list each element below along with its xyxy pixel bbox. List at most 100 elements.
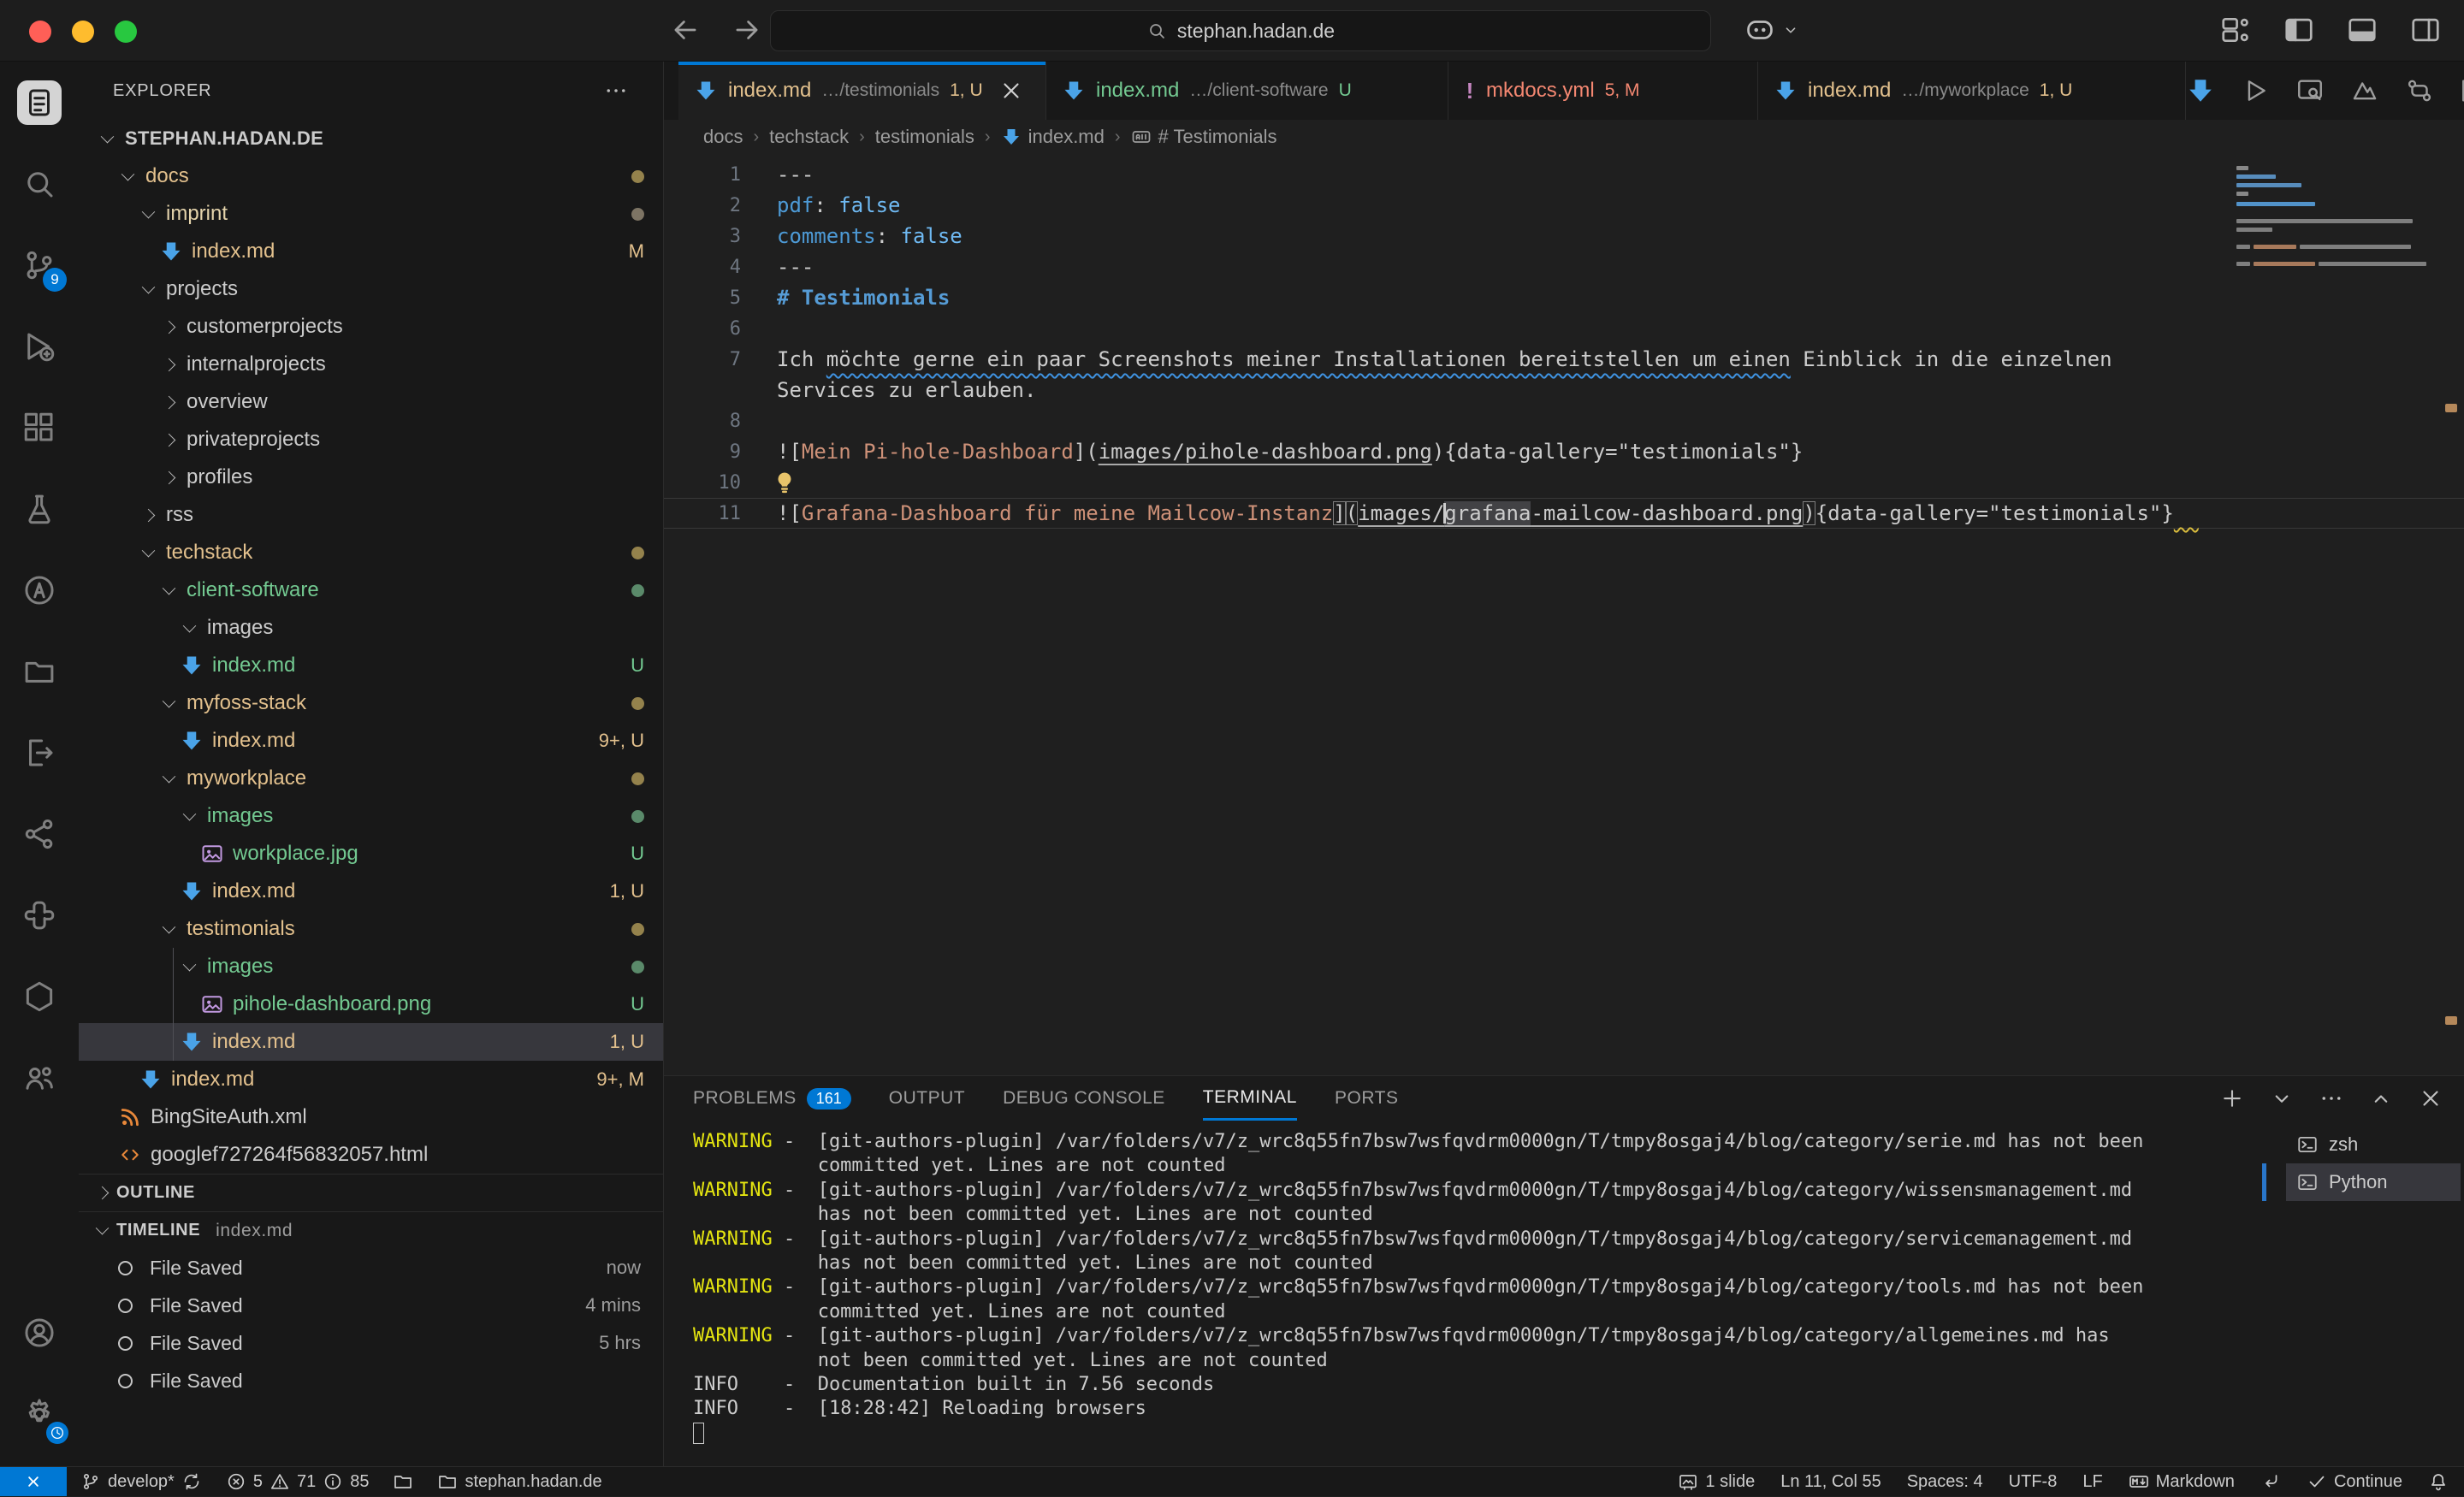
tree-item-index.md[interactable]: index.md9+, M	[79, 1061, 663, 1098]
folder-status[interactable]	[393, 1471, 413, 1492]
continue-status[interactable]: Continue	[2307, 1471, 2402, 1492]
split-editor-icon[interactable]	[2460, 76, 2464, 105]
code-line-8[interactable]: 8	[664, 405, 2464, 436]
breadcrumb-item[interactable]: # Testimonials	[1131, 126, 1277, 148]
code-line-9[interactable]: 9![Mein Pi-hole-Dashboard](images/pihole…	[664, 436, 2464, 467]
tree-item-index.md[interactable]: index.md1, U	[79, 1023, 663, 1061]
activityb​ar-explorer[interactable]	[0, 62, 79, 143]
tree-item-rss[interactable]: rss	[79, 496, 663, 534]
encoding[interactable]: UTF-8	[2009, 1472, 2058, 1492]
tree-item-customerprojects[interactable]: customerprojects	[79, 308, 663, 346]
remote-indicator[interactable]	[0, 1467, 67, 1496]
zoom-button[interactable]	[115, 21, 137, 43]
tree-item-testimonials[interactable]: testimonials	[79, 910, 663, 948]
tree-item-stephan.hadan.de[interactable]: STEPHAN.HADAN.DE	[79, 120, 663, 157]
panel-tab-output[interactable]: OUTPUT	[889, 1076, 965, 1121]
tree-item-techstack[interactable]: techstack	[79, 534, 663, 571]
tree-item-overview[interactable]: overview	[79, 383, 663, 421]
activityb​ar-accounts[interactable]	[0, 1292, 79, 1373]
outline-section[interactable]: OUTLINE	[79, 1174, 663, 1211]
tab-index.md-testimonials[interactable]: index.md…/testimonials1, U	[678, 62, 1046, 120]
code-line-wrap[interactable]: Services zu erlauben.	[664, 375, 2464, 405]
tree-item-privateprojects[interactable]: privateprojects	[79, 421, 663, 459]
new-terminal-icon[interactable]	[2219, 1086, 2245, 1111]
terminal-profile-icon[interactable]	[2269, 1086, 2295, 1111]
activityb​ar-search[interactable]	[0, 143, 79, 224]
tree-item-docs[interactable]: docs	[79, 157, 663, 195]
copilot-icon[interactable]	[1744, 14, 1776, 46]
timeline-item[interactable]: File Saved5 hrs	[79, 1324, 663, 1362]
breadcrumb-item[interactable]: testimonials	[875, 126, 974, 148]
activityb​ar-python[interactable]	[0, 874, 79, 956]
timeline-item[interactable]: File Saved4 mins	[79, 1287, 663, 1324]
copilot-menu[interactable]	[1744, 14, 1800, 46]
tree-item-pihole-dashboard.png[interactable]: pihole-dashboard.pngU	[79, 985, 663, 1023]
markdown-download-icon[interactable]	[2186, 76, 2215, 105]
code-line-7[interactable]: 7Ich möchte gerne ein paar Screenshots m…	[664, 344, 2464, 375]
tree-item-workplace.jpg[interactable]: workplace.jpgU	[79, 835, 663, 873]
breadcrumb-item[interactable]: index.md	[1001, 126, 1105, 148]
timeline-item[interactable]: File Savednow	[79, 1249, 663, 1287]
code-line-10[interactable]: 10	[664, 467, 2464, 498]
code-line-3[interactable]: 3comments: false	[664, 221, 2464, 251]
toggle-panel-icon[interactable]	[2346, 14, 2378, 46]
activityb​ar-folder-library[interactable]	[0, 630, 79, 712]
tree-item-myworkplace[interactable]: myworkplace	[79, 760, 663, 797]
panel-tab-problems[interactable]: PROBLEMS161	[693, 1076, 851, 1121]
tree-item-index.md[interactable]: index.md1, U	[79, 873, 663, 910]
activityb​ar-share[interactable]	[0, 793, 79, 874]
back-button-icon[interactable]	[669, 14, 702, 46]
terminal-output[interactable]: WARNING - [git-authors-plugin] /var/fold…	[693, 1131, 2259, 1447]
minimap[interactable]	[2236, 161, 2435, 332]
toggle-sidebar-icon[interactable]	[2283, 14, 2315, 46]
workspace-status[interactable]: stephan.hadan.de	[437, 1471, 601, 1492]
timeline-item[interactable]: File Saved	[79, 1362, 663, 1399]
tree-item-index.md[interactable]: index.md9+, U	[79, 722, 663, 760]
indentation[interactable]: Spaces: 4	[1907, 1472, 1983, 1492]
explorer-more-actions-icon[interactable]	[603, 78, 629, 104]
traffic-lights[interactable]	[29, 21, 137, 43]
forward-button-icon[interactable]	[731, 14, 763, 46]
tree-item-images[interactable]: images	[79, 797, 663, 835]
code-line-11[interactable]: 11![Grafana-Dashboard für meine Mailcow-…	[664, 498, 2464, 529]
code-line-4[interactable]: 4---	[664, 251, 2464, 282]
tree-item-myfoss-stack[interactable]: myfoss-stack	[79, 684, 663, 722]
panel-tab-terminal[interactable]: TERMINAL	[1203, 1076, 1297, 1121]
feedback[interactable]	[2260, 1471, 2281, 1492]
close-icon[interactable]	[998, 78, 1024, 104]
activityb​ar-organization[interactable]	[0, 1037, 79, 1118]
activityb​ar-testing[interactable]	[0, 468, 79, 549]
notifications[interactable]	[2428, 1471, 2449, 1492]
open-preview-icon[interactable]	[2295, 76, 2325, 105]
lightbulb-icon[interactable]	[777, 470, 797, 495]
panel-tab-ports[interactable]: PORTS	[1335, 1076, 1398, 1121]
tab-index.md-client-software[interactable]: index.md…/client-softwareU	[1046, 62, 1448, 120]
tree-item-index.md[interactable]: index.mdM	[79, 233, 663, 270]
slides-preview-icon[interactable]	[2350, 76, 2379, 105]
close-button[interactable]	[29, 21, 51, 43]
cursor-position[interactable]: Ln 11, Col 55	[1780, 1472, 1881, 1492]
activityb​ar-extensions[interactable]	[0, 387, 79, 468]
activityb​ar-settings[interactable]	[0, 1373, 79, 1454]
maximize-panel-icon[interactable]	[2368, 1086, 2394, 1111]
references-icon[interactable]	[2405, 76, 2434, 105]
tree-item-imprint[interactable]: imprint	[79, 195, 663, 233]
breadcrumb-item[interactable]: docs	[703, 126, 743, 148]
activityb​ar-extension-hexagon[interactable]	[0, 956, 79, 1037]
tree-item-images[interactable]: images	[79, 948, 663, 985]
language-mode[interactable]: Markdown	[2129, 1471, 2235, 1492]
code-line-6[interactable]: 6	[664, 313, 2464, 344]
terminal-instance-zsh[interactable]: zsh	[2286, 1126, 2461, 1163]
timeline-section[interactable]: TIMELINE index.md	[79, 1211, 663, 1249]
breadcrumb-item[interactable]: techstack	[769, 126, 849, 148]
code-line-1[interactable]: 1---	[664, 159, 2464, 190]
activityb​ar-source-control[interactable]: 9	[0, 224, 79, 305]
tree-item-projects[interactable]: projects	[79, 270, 663, 308]
tree-item-profiles[interactable]: profiles	[79, 459, 663, 496]
code-line-5[interactable]: 5# Testimonials	[664, 282, 2464, 313]
tree-item-googlef727264f56832057.html[interactable]: googlef727264f56832057.html	[79, 1136, 663, 1174]
editor[interactable]: 1---2pdf: false3comments: false4---5# Te…	[664, 154, 2464, 1075]
tree-item-bingsiteauth.xml[interactable]: BingSiteAuth.xml	[79, 1098, 663, 1136]
tab-mkdocs.yml[interactable]: !mkdocs.yml5, M	[1448, 62, 1758, 120]
panel-tab-debug-console[interactable]: DEBUG CONSOLE	[1003, 1076, 1165, 1121]
